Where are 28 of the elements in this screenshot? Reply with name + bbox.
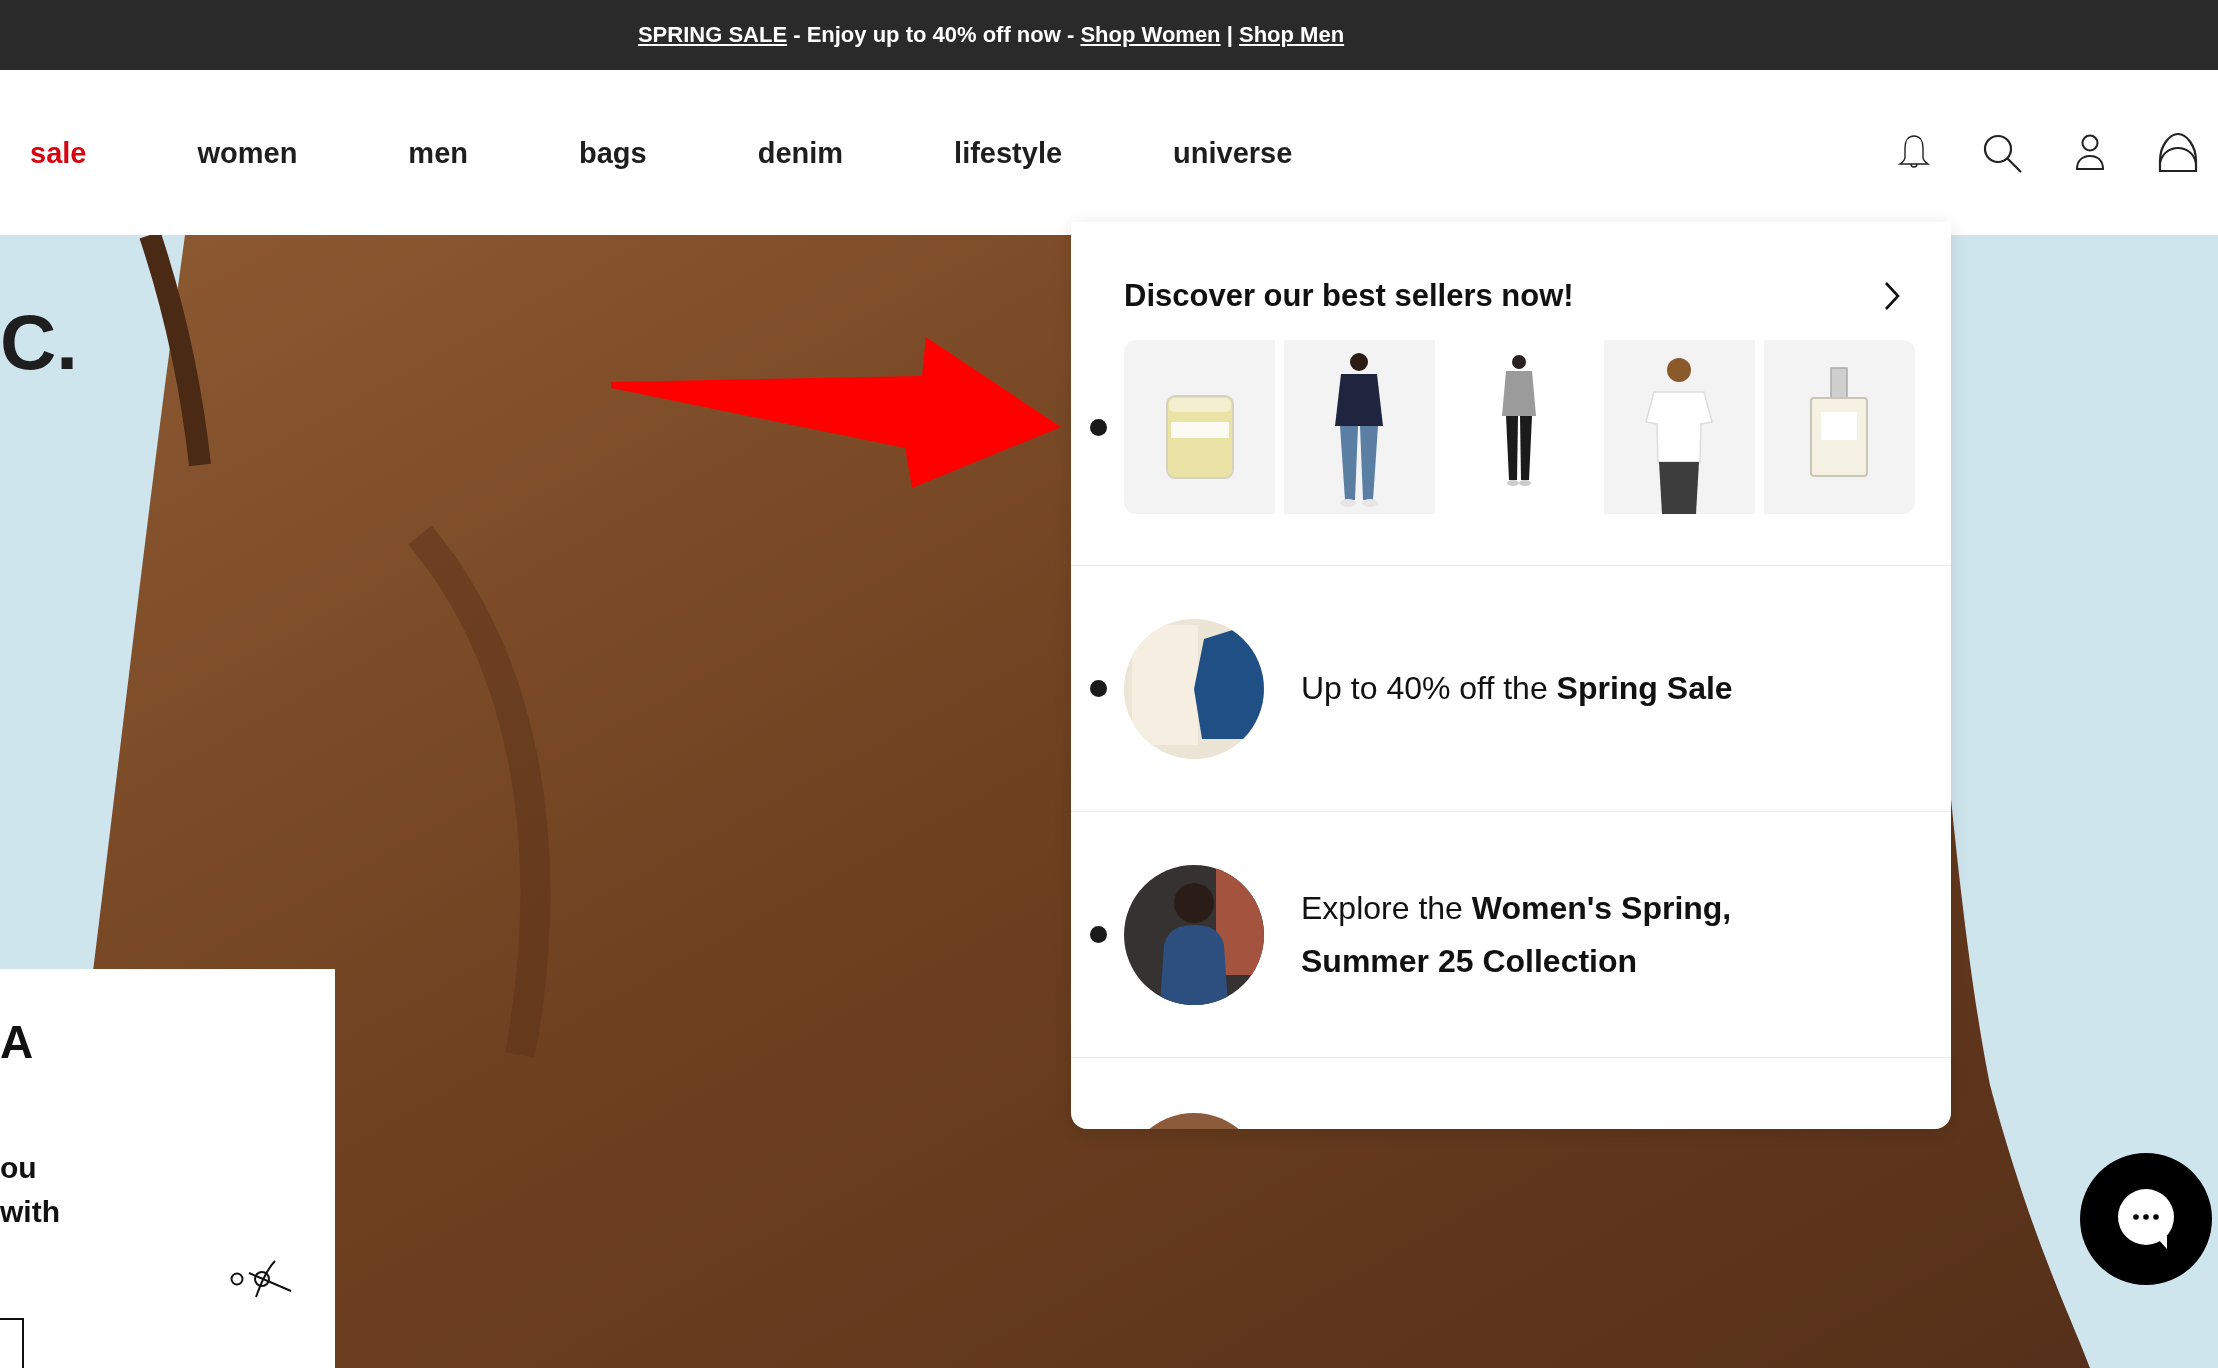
banner-link[interactable]: Shop Men: [1238, 22, 1345, 47]
nav-link[interactable]: sale: [30, 134, 87, 171]
card-title: A: [0, 1017, 34, 1067]
nav-link[interactable]: universe: [1173, 134, 1293, 171]
card-text: with: [0, 1194, 60, 1230]
nav-link[interactable]: women: [197, 134, 298, 171]
section-title: Discover our best sellers now!: [1124, 278, 1574, 314]
scribble-icon: [229, 1259, 294, 1298]
person-photo[interactable]: [1284, 340, 1435, 514]
hero-headline: C.: [0, 303, 78, 381]
nav-link[interactable]: denim: [757, 134, 844, 171]
nav-link[interactable]: bags: [579, 134, 647, 171]
nav-link[interactable]: men: [408, 134, 468, 171]
bullet-icon: [1090, 926, 1107, 943]
chevron-right-icon[interactable]: [1883, 280, 1901, 312]
bullet-icon: [1090, 418, 1107, 436]
promo-text[interactable]: Up to 40% off the Spring Sale: [1301, 662, 1733, 715]
banner-link[interactable]: Shop Women: [1080, 22, 1221, 47]
person-photo[interactable]: [1604, 340, 1755, 514]
chat-bubble-icon: [2115, 1188, 2177, 1250]
bag-icon[interactable]: [2156, 130, 2200, 175]
announcement-text: SPRING SALE - Enjoy up to 40% off now - Shop Women | Shop Men: [637, 22, 1345, 48]
bullet-icon: [1090, 680, 1107, 697]
promo-text[interactable]: Explore the Women's Spring, Summer 25 Collection: [1301, 881, 1791, 988]
nav-link[interactable]: lifestyle: [954, 134, 1063, 171]
card-text: ou: [0, 1150, 37, 1186]
banner-link[interactable]: SPRING SALE: [637, 22, 788, 47]
button-outline[interactable]: [0, 1318, 24, 1368]
